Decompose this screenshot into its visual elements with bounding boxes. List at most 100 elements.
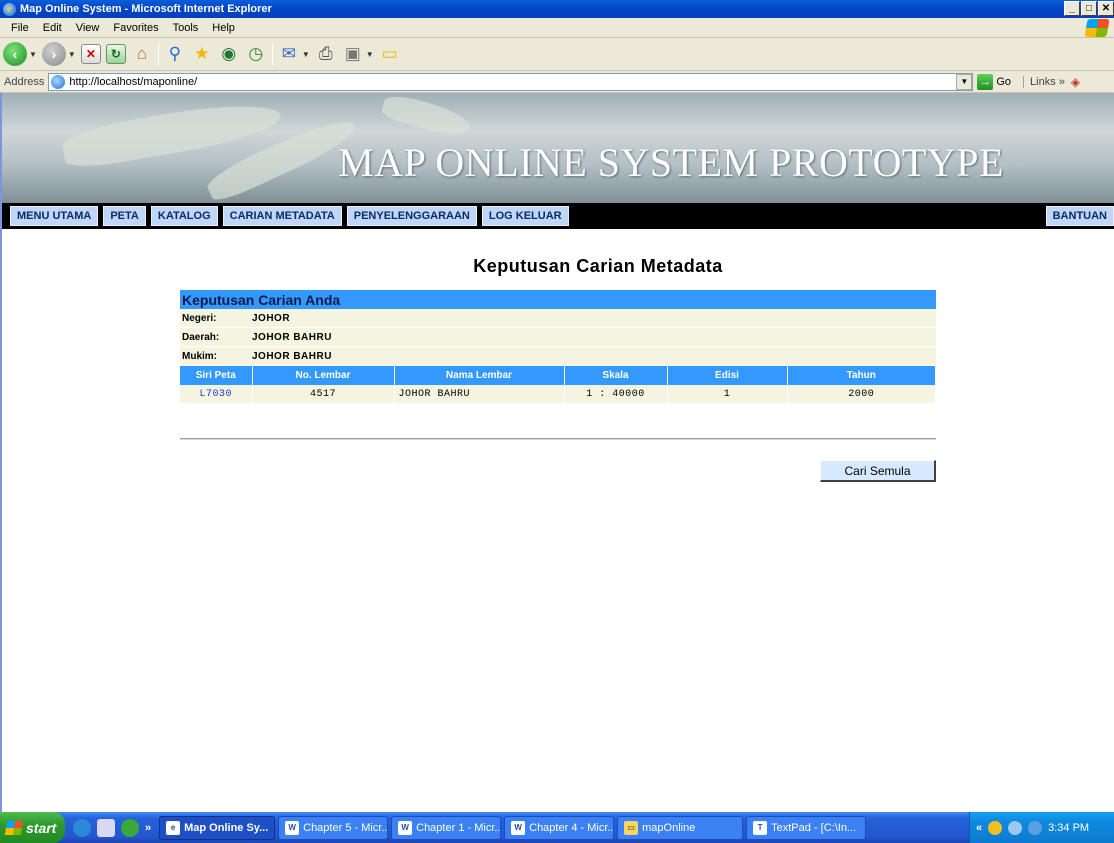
tray-messenger-icon[interactable] [1028, 820, 1043, 835]
ie-quicklaunch-icon[interactable] [73, 818, 91, 837]
messenger-button[interactable]: ▭ [379, 43, 401, 65]
info-value: JOHOR BAHRU [252, 350, 332, 362]
print-icon: ⎙ [318, 44, 333, 63]
results-header: Keputusan Carian Anda [180, 290, 936, 309]
address-dropdown-icon[interactable]: ▼ [956, 73, 973, 90]
edit-icon: ▣ [344, 44, 361, 63]
cell-siri-peta: L7030 [180, 385, 253, 403]
table-row: L7030 4517 JOHOR BAHRU 1 : 40000 1 2000 [180, 385, 936, 403]
close-button[interactable]: ✕ [1098, 1, 1114, 16]
task-label: Chapter 1 - Micr... [416, 821, 502, 834]
links-button[interactable]: Links » [1023, 75, 1065, 88]
nav-log-keluar[interactable]: LOG KELUAR [481, 206, 569, 226]
media-button[interactable]: ◉ [218, 43, 240, 65]
nav-bantuan[interactable]: BANTUAN [1045, 206, 1114, 226]
mail-icon: ✉ [281, 44, 296, 63]
back-arrow-icon: ‹ [12, 46, 18, 62]
web-page: MAP ONLINE SYSTEM PROTOTYPE MENU UTAMA P… [0, 93, 1114, 812]
nav-peta[interactable]: PETA [103, 206, 146, 226]
word-icon: W [398, 820, 413, 835]
task-map-online[interactable]: e Map Online Sy... [159, 815, 276, 840]
toolbar-separator [157, 43, 159, 65]
go-button[interactable]: → Go [977, 73, 1011, 90]
history-button[interactable]: ◷ [245, 43, 267, 65]
col-edisi: Edisi [667, 366, 788, 385]
media-icon: ◉ [221, 44, 237, 63]
home-button[interactable]: ⌂ [131, 43, 153, 65]
address-input[interactable]: http://localhost/maponline/ ▼ [48, 72, 974, 91]
favorites-button[interactable]: ★ [191, 43, 213, 65]
site-title: MAP ONLINE SYSTEM PROTOTYPE [338, 140, 1004, 185]
windows-logo-icon [1084, 19, 1110, 37]
info-label: Mukim: [182, 350, 217, 362]
menu-edit[interactable]: Edit [36, 22, 69, 34]
tray-app-icon[interactable] [988, 820, 1003, 835]
banner-map-land [380, 93, 474, 141]
system-tray: « 3:34 PM [969, 812, 1114, 843]
quicklaunch-chevron-icon[interactable]: » [145, 822, 151, 834]
siri-peta-link[interactable]: L7030 [199, 389, 232, 400]
menu-tools[interactable]: Tools [166, 22, 206, 34]
menu-favorites[interactable]: Favorites [106, 22, 165, 34]
edit-dropdown-icon[interactable]: ▼ [366, 50, 374, 59]
search-again-button[interactable]: Cari Semula [820, 460, 936, 482]
edit-button[interactable]: ▣ [342, 43, 364, 65]
task-maponline-folder[interactable]: ▭ mapOnline [617, 815, 744, 840]
home-icon: ⌂ [136, 44, 147, 63]
address-url: http://localhost/maponline/ [69, 75, 198, 88]
folder-icon: ▭ [624, 820, 639, 835]
history-icon: ◷ [248, 44, 264, 63]
stop-button[interactable]: ✕ [80, 44, 101, 64]
menu-file[interactable]: File [4, 22, 36, 34]
media-quicklaunch-icon[interactable] [121, 818, 139, 837]
search-icon: ⚲ [168, 44, 182, 63]
back-button[interactable]: ‹ [3, 42, 27, 66]
results-table: Siri Peta No. Lembar Nama Lembar Skala E… [180, 366, 936, 403]
start-label: start [26, 819, 57, 836]
nav-menu-utama[interactable]: MENU UTAMA [10, 206, 99, 226]
task-label: Chapter 4 - Micr... [529, 821, 615, 834]
col-siri-peta: Siri Peta [180, 366, 253, 385]
search-button[interactable]: ⚲ [164, 43, 186, 65]
site-nav: MENU UTAMA PETA KATALOG CARIAN METADATA … [2, 203, 1114, 229]
forward-dropdown-icon[interactable]: ▼ [68, 50, 76, 59]
task-chapter-1[interactable]: W Chapter 1 - Micr... [391, 815, 502, 840]
print-button[interactable]: ⎙ [315, 43, 337, 65]
window-controls: _ □ ✕ [1064, 1, 1114, 16]
col-nama-lembar: Nama Lembar [394, 366, 565, 385]
favorites-star-icon: ★ [194, 44, 210, 63]
tray-expand-icon[interactable]: « [976, 822, 982, 834]
site-banner: MAP ONLINE SYSTEM PROTOTYPE [2, 93, 1114, 203]
menu-view[interactable]: View [69, 22, 107, 34]
quick-launch: » [73, 818, 151, 837]
refresh-button[interactable]: ↻ [105, 44, 126, 64]
nav-penyelenggaraan[interactable]: PENYELENGGARAAN [346, 206, 477, 226]
task-textpad[interactable]: T TextPad - [C:\In... [746, 815, 867, 840]
info-value: JOHOR BAHRU [252, 331, 332, 343]
desktop-quicklaunch-icon[interactable] [97, 818, 115, 837]
nav-katalog[interactable]: KATALOG [150, 206, 218, 226]
minimize-button[interactable]: _ [1064, 1, 1080, 16]
start-button[interactable]: start [0, 812, 65, 843]
tray-network-icon[interactable] [1008, 820, 1023, 835]
mail-button[interactable]: ✉ [278, 43, 300, 65]
menu-help[interactable]: Help [205, 22, 242, 34]
results-panel: Keputusan Carian Anda Negeri: JOHOR Daer… [180, 290, 936, 403]
address-label: Address [4, 75, 45, 88]
info-label: Negeri: [182, 312, 217, 324]
maximize-button[interactable]: □ [1081, 1, 1097, 16]
mail-dropdown-icon[interactable]: ▼ [302, 50, 310, 59]
window-title-bar[interactable]: e Map Online System - Microsoft Internet… [0, 0, 1114, 18]
forward-button[interactable]: › [41, 42, 66, 66]
task-buttons: e Map Online Sy... W Chapter 5 - Micr...… [159, 815, 867, 840]
task-chapter-4[interactable]: W Chapter 4 - Micr... [504, 815, 615, 840]
cell-edisi: 1 [667, 385, 788, 403]
task-chapter-5[interactable]: W Chapter 5 - Micr... [278, 815, 389, 840]
translate-icon[interactable]: ◈ [1071, 75, 1080, 89]
go-arrow-icon: → [977, 73, 994, 90]
nav-carian-metadata[interactable]: CARIAN METADATA [222, 206, 342, 226]
word-icon: W [511, 820, 526, 835]
back-dropdown-icon[interactable]: ▼ [29, 50, 37, 59]
clock[interactable]: 3:34 PM [1048, 822, 1089, 834]
address-bar: Address http://localhost/maponline/ ▼ → … [0, 71, 1114, 93]
